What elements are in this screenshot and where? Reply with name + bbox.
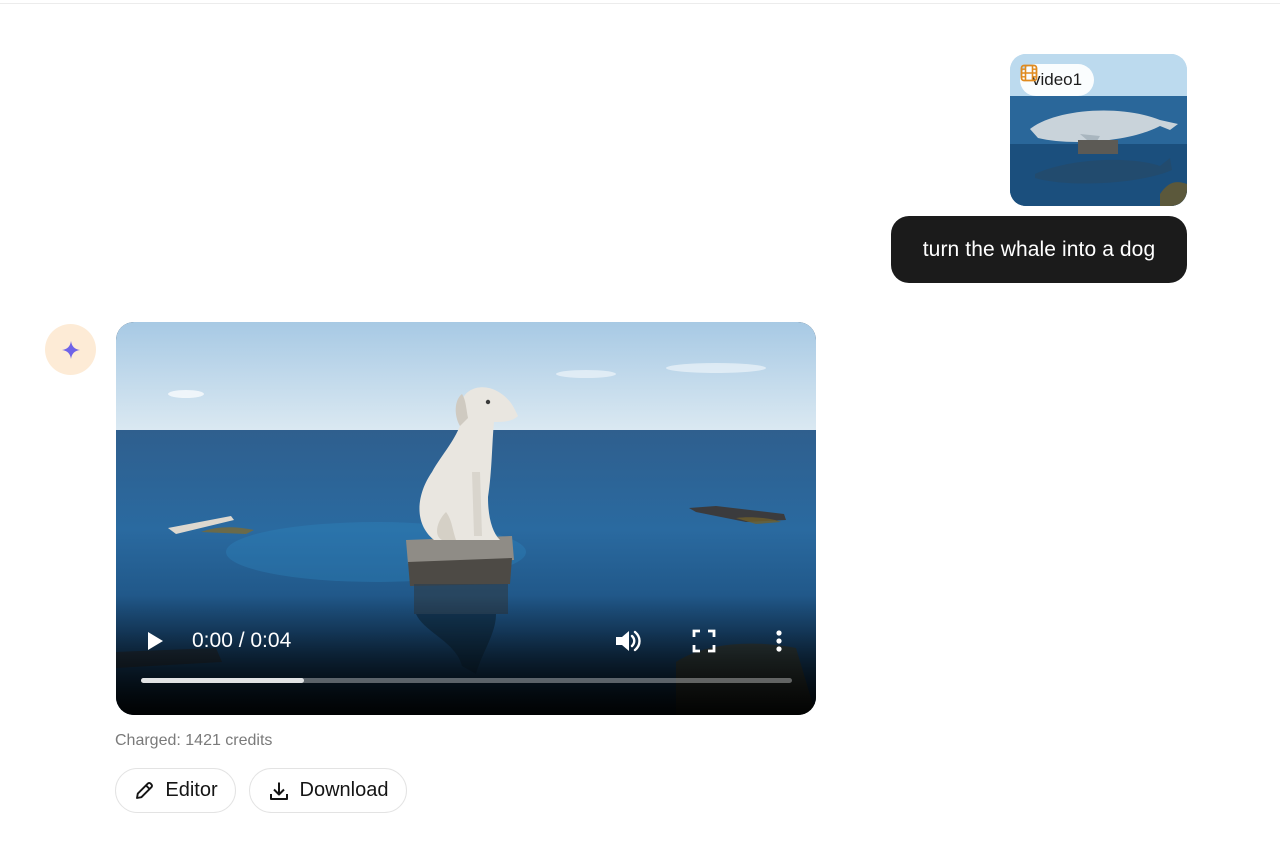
editor-button[interactable]: Editor — [115, 768, 236, 813]
fullscreen-button[interactable] — [692, 628, 716, 654]
user-prompt-text: turn the whale into a dog — [922, 237, 1156, 261]
play-button[interactable] — [142, 626, 168, 656]
charged-credits-text: Charged: 1421 credits — [115, 732, 273, 749]
volume-button[interactable] — [613, 626, 643, 656]
editor-button-label: Editor — [165, 779, 218, 801]
download-icon — [269, 782, 288, 800]
pencil-icon — [136, 781, 154, 799]
attachment-label: video1 — [1032, 70, 1083, 89]
top-divider — [0, 3, 1280, 4]
video-progress-bar[interactable] — [141, 678, 792, 683]
assistant-avatar — [45, 324, 96, 375]
download-button-label: Download — [299, 779, 389, 801]
download-button[interactable]: Download — [249, 768, 407, 813]
volume-icon — [616, 630, 641, 652]
film-icon — [1020, 64, 1038, 82]
video-player[interactable]: 0:00 / 0:04 — [116, 322, 816, 715]
user-prompt-bubble: turn the whale into a dog — [891, 216, 1187, 283]
play-icon — [148, 632, 163, 650]
fullscreen-icon — [692, 629, 716, 653]
more-vertical-icon — [776, 630, 782, 652]
more-options-button[interactable] — [770, 626, 788, 656]
sparkle-icon — [61, 340, 80, 359]
attachment-chip: video1 — [1020, 64, 1095, 96]
video-attachment-thumbnail[interactable]: video1 — [1010, 54, 1187, 206]
time-display: 0:00 / 0:04 — [192, 629, 292, 652]
video-progress-fill — [141, 678, 304, 683]
